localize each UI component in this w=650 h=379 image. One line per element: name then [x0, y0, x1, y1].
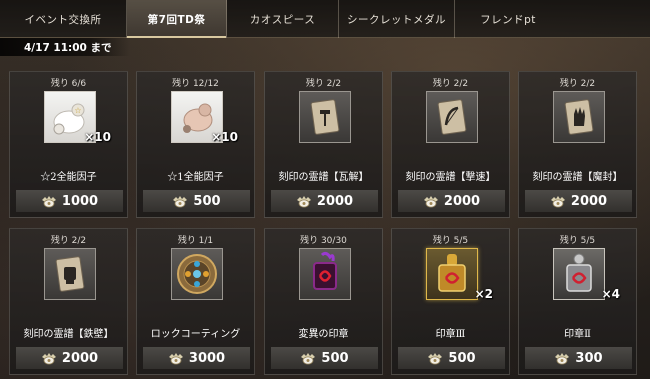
item-name: 印章Ⅲ [435, 329, 466, 340]
item-icon-frame [299, 248, 351, 300]
item-price: 3000 [188, 350, 226, 366]
shop-item-card[interactable]: 残り 12/12 ×10 ☆1全能因子 500 [136, 71, 255, 218]
item-price: 500 [448, 350, 476, 366]
item-price: 2000 [316, 193, 354, 209]
scroll-hammer-icon [310, 99, 340, 135]
price-bar: 3000 [143, 347, 250, 369]
remaining-count: 残り 2/2 [432, 79, 469, 89]
item-icon-frame: ×10 [171, 91, 238, 144]
medal-coin-icon [296, 195, 312, 208]
price-bar: 2000 [525, 190, 632, 212]
deadline-text: 4/17 11:00 まで [24, 41, 112, 54]
scroll-fist-icon [55, 256, 85, 292]
tab-label: フレンドpt [480, 13, 536, 26]
deadline-banner: 4/17 11:00 まで [0, 38, 130, 56]
price-bar: 500 [398, 347, 505, 369]
medal-coin-icon [300, 352, 316, 365]
tab-label: 第7回TD祭 [147, 13, 206, 26]
tab-event-exchange[interactable]: イベント交換所 [0, 0, 127, 38]
shop-item-card[interactable]: 残り 30/30 変異の印章 500 [264, 228, 383, 375]
medal-coin-icon [554, 352, 570, 365]
item-name: ☆1全能因子 [167, 172, 224, 183]
item-price: 300 [575, 350, 603, 366]
item-quantity: ×10 [84, 130, 111, 144]
medal-coin-icon [172, 195, 188, 208]
item-name: 刻印の霊譜【瓦解】 [278, 172, 369, 183]
medal-coin-icon [41, 352, 57, 365]
scroll-hand-icon [564, 99, 594, 135]
remaining-count: 残り 30/30 [300, 236, 347, 246]
item-icon-frame [553, 91, 605, 143]
shop-item-card[interactable]: 残り 2/2 刻印の霊譜【瓦解】 2000 [264, 71, 383, 218]
remaining-count: 残り 6/6 [50, 79, 87, 89]
medal-coin-icon [427, 352, 443, 365]
item-name: 変異の印章 [298, 329, 349, 340]
medal-coin-icon [550, 195, 566, 208]
gem-disc-icon [177, 254, 217, 294]
item-icon-frame [171, 248, 223, 300]
tab-label: イベント交換所 [24, 13, 102, 26]
shop-item-card[interactable]: 残り 1/1 ロックコーティング 3000 [136, 228, 255, 375]
scroll-bow-icon [437, 99, 467, 135]
price-bar: 1000 [16, 190, 123, 212]
tab-label: シークレットメダル [347, 13, 446, 26]
item-quantity: ×2 [474, 287, 493, 301]
item-price: 500 [193, 193, 221, 209]
shop-item-card[interactable]: 残り 2/2 刻印の霊譜【魔封】 2000 [518, 71, 637, 218]
medal-coin-icon [423, 195, 439, 208]
shop-item-card[interactable]: 残り 6/6 ☆ ×10 ☆2全能因子 1000 [9, 71, 128, 218]
shop-item-card[interactable]: 残り 2/2 刻印の霊譜【撃速】 2000 [391, 71, 510, 218]
medal-coin-icon [168, 352, 184, 365]
item-price: 2000 [570, 193, 608, 209]
svg-text:☆: ☆ [74, 106, 81, 115]
shop-item-card[interactable]: 残り 5/5 ×4 印章Ⅱ 300 [518, 228, 637, 375]
item-name: ☆2全能因子 [40, 172, 97, 183]
silver-seal-icon [566, 253, 592, 292]
remaining-count: 残り 2/2 [50, 236, 87, 246]
item-icon-frame [299, 91, 351, 143]
shop-item-card[interactable]: 残り 2/2 刻印の霊譜【鉄壁】 2000 [9, 228, 128, 375]
tab-td-festival[interactable]: 第7回TD祭 [127, 0, 227, 38]
item-price: 1000 [61, 193, 99, 209]
tab-bar: イベント交換所 第7回TD祭 カオスピース シークレットメダル フレンドpt [0, 0, 650, 38]
item-price: 500 [321, 350, 349, 366]
price-bar: 2000 [398, 190, 505, 212]
remaining-count: 残り 2/2 [559, 79, 596, 89]
item-icon-frame: ×2 [426, 248, 493, 301]
item-name: 印章Ⅱ [564, 329, 591, 340]
remaining-count: 残り 5/5 [559, 236, 596, 246]
price-bar: 500 [143, 190, 250, 212]
item-icon-frame: ×4 [553, 248, 620, 301]
tab-chaos-piece[interactable]: カオスピース [227, 0, 339, 38]
remaining-count: 残り 2/2 [305, 79, 342, 89]
price-bar: 300 [525, 347, 632, 369]
item-icon-frame: ☆ ×10 [44, 91, 111, 144]
remaining-count: 残り 5/5 [432, 236, 469, 246]
item-name: ロックコーティング [150, 329, 241, 340]
shop-item-card[interactable]: 残り 5/5 ×2 印章Ⅲ 500 [391, 228, 510, 375]
tab-label: カオスピース [249, 13, 316, 26]
price-bar: 2000 [16, 347, 123, 369]
item-quantity: ×10 [211, 130, 238, 144]
item-name: 刻印の霊譜【魔封】 [532, 172, 623, 183]
tab-friend-pt[interactable]: フレンドpt [455, 0, 561, 38]
price-bar: 2000 [271, 190, 378, 212]
item-quantity: ×4 [601, 287, 620, 301]
price-bar: 500 [271, 347, 378, 369]
remaining-count: 残り 1/1 [177, 236, 214, 246]
item-name: 刻印の霊譜【鉄壁】 [23, 329, 114, 340]
tab-secret-medal[interactable]: シークレットメダル [339, 0, 455, 38]
remaining-count: 残り 12/12 [172, 79, 219, 89]
item-icon-frame [426, 91, 478, 143]
gold-seal-icon [438, 254, 466, 292]
medal-coin-icon [41, 195, 57, 208]
purple-seal-icon [313, 251, 337, 290]
item-icon-frame [44, 248, 96, 300]
item-price: 2000 [443, 193, 481, 209]
item-name: 刻印の霊譜【撃速】 [405, 172, 496, 183]
item-price: 2000 [61, 350, 99, 366]
